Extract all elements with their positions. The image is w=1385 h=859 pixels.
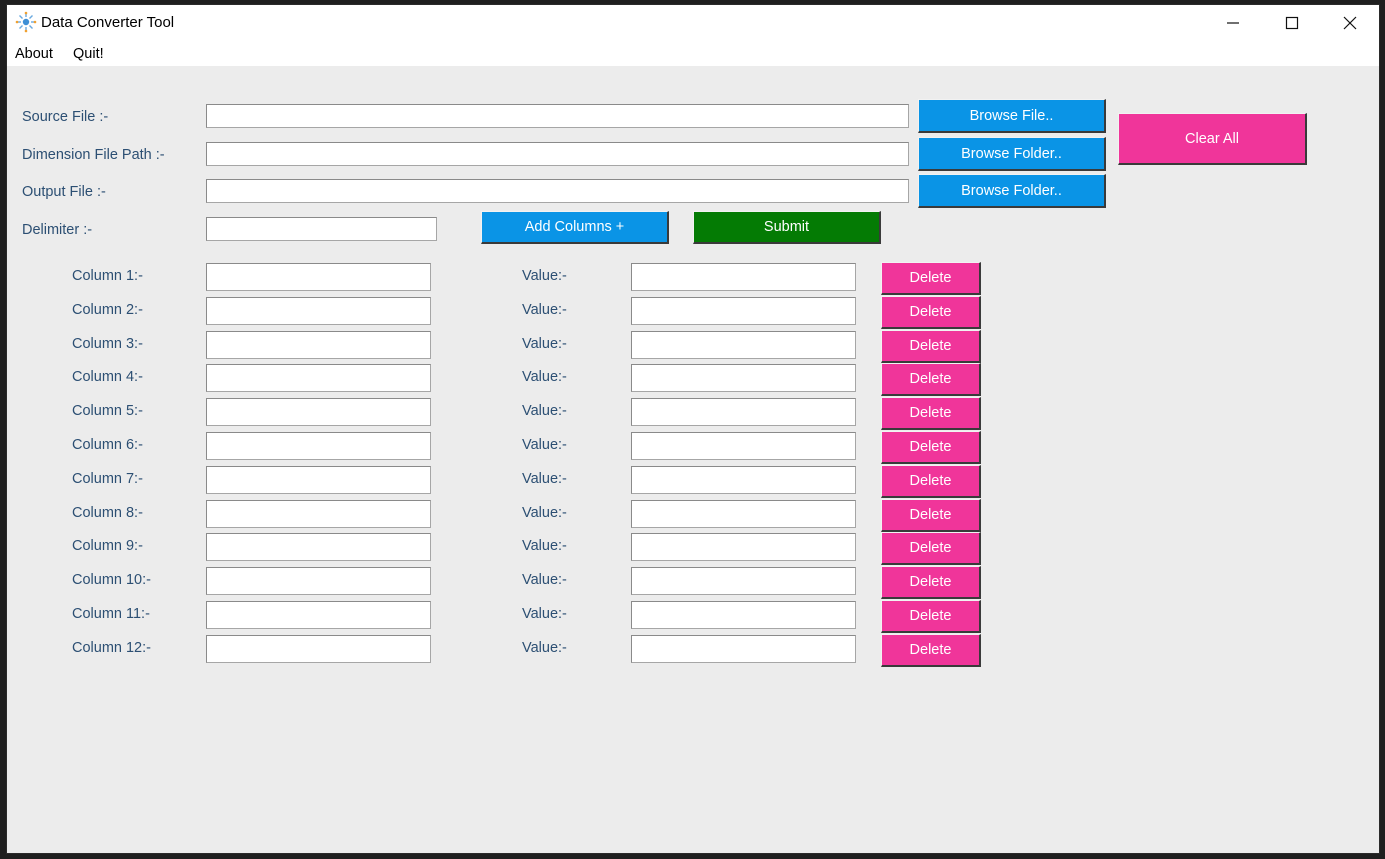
- output-file-label: Output File :-: [22, 184, 106, 200]
- app-window: Data Converter Tool About Quit! Source F…: [6, 4, 1380, 854]
- column-name-input[interactable]: [206, 567, 431, 596]
- column-value-input[interactable]: [631, 499, 856, 528]
- column-label: Column 3:-: [72, 335, 143, 352]
- delete-column-button[interactable]: Delete: [881, 633, 981, 667]
- menu-about[interactable]: About: [15, 46, 53, 62]
- value-label: Value:-: [522, 606, 567, 622]
- column-name-input[interactable]: [206, 364, 431, 393]
- column-label: Column 9:-: [72, 538, 143, 555]
- submit-button[interactable]: Submit: [693, 211, 881, 244]
- window-title: Data Converter Tool: [41, 14, 175, 31]
- column-value-input[interactable]: [631, 398, 856, 427]
- column-name-input[interactable]: [206, 398, 431, 427]
- clear-all-button[interactable]: Clear All: [1118, 113, 1307, 165]
- column-label: Column 1:-: [72, 268, 143, 284]
- column-label: Column 10:-: [72, 572, 151, 589]
- column-name-input[interactable]: [206, 296, 431, 325]
- add-columns-button[interactable]: Add Columns +: [481, 211, 669, 244]
- column-name-input[interactable]: [206, 330, 431, 359]
- column-label: Column 7:-: [72, 470, 143, 487]
- minimize-button[interactable]: [1204, 5, 1262, 40]
- column-name-input[interactable]: [206, 601, 431, 629]
- dimension-file-input[interactable]: [206, 142, 909, 166]
- column-name-input[interactable]: [206, 263, 431, 291]
- column-label: Column 6:-: [72, 437, 143, 453]
- menu-quit[interactable]: Quit!: [73, 46, 104, 62]
- column-name-input[interactable]: [206, 634, 431, 663]
- delimiter-input[interactable]: [206, 217, 437, 241]
- title-bar[interactable]: Data Converter Tool: [7, 5, 1379, 40]
- value-label: Value:-: [522, 369, 567, 386]
- value-label: Value:-: [522, 268, 567, 284]
- delete-column-button[interactable]: Delete: [881, 600, 981, 633]
- value-label: Value:-: [522, 504, 567, 521]
- column-name-input[interactable]: [206, 465, 431, 494]
- delete-column-button[interactable]: Delete: [881, 431, 981, 464]
- menu-bar: About Quit!: [7, 40, 1379, 66]
- maximize-icon: [1285, 16, 1299, 29]
- column-label: Column 11:-: [72, 606, 150, 622]
- delete-column-button[interactable]: Delete: [881, 464, 981, 498]
- delete-column-button[interactable]: Delete: [881, 397, 981, 431]
- output-file-input[interactable]: [206, 179, 909, 203]
- delete-column-button[interactable]: Delete: [881, 532, 981, 566]
- browse-folder-dimension-button[interactable]: Browse Folder..: [918, 137, 1106, 171]
- minimize-icon: [1227, 21, 1239, 24]
- column-value-input[interactable]: [631, 263, 856, 291]
- column-value-input[interactable]: [631, 533, 856, 562]
- column-label: Column 4:-: [72, 369, 143, 386]
- column-label: Column 2:-: [72, 301, 143, 318]
- source-file-label: Source File :-: [22, 109, 109, 125]
- value-label: Value:-: [522, 437, 567, 453]
- column-name-input[interactable]: [206, 533, 431, 562]
- column-value-input[interactable]: [631, 465, 856, 494]
- column-label: Column 8:-: [72, 504, 143, 521]
- delimiter-label: Delimiter :-: [22, 222, 93, 238]
- value-label: Value:-: [522, 572, 567, 589]
- value-label: Value:-: [522, 301, 567, 318]
- column-value-input[interactable]: [631, 634, 856, 663]
- maximize-button[interactable]: [1263, 5, 1321, 40]
- value-label: Value:-: [522, 470, 567, 487]
- dimension-file-label: Dimension File Path :-: [22, 147, 165, 163]
- value-label: Value:-: [522, 403, 567, 420]
- delete-column-button[interactable]: Delete: [881, 295, 981, 329]
- close-icon: [1343, 16, 1357, 29]
- close-button[interactable]: [1321, 5, 1379, 40]
- column-value-input[interactable]: [631, 432, 856, 460]
- column-name-input[interactable]: [206, 432, 431, 460]
- delete-column-button[interactable]: Delete: [881, 566, 981, 600]
- value-label: Value:-: [522, 538, 567, 555]
- column-label: Column 5:-: [72, 403, 143, 420]
- delete-column-button[interactable]: Delete: [881, 329, 981, 363]
- column-value-input[interactable]: [631, 567, 856, 596]
- column-value-input[interactable]: [631, 601, 856, 629]
- app-logo-icon: [15, 11, 37, 33]
- column-label: Column 12:-: [72, 639, 151, 656]
- value-label: Value:-: [522, 639, 567, 656]
- column-name-input[interactable]: [206, 499, 431, 528]
- column-value-input[interactable]: [631, 330, 856, 359]
- browse-file-button[interactable]: Browse File..: [918, 99, 1106, 133]
- delete-column-button[interactable]: Delete: [881, 262, 981, 295]
- browse-folder-output-button[interactable]: Browse Folder..: [918, 174, 1106, 208]
- delete-column-button[interactable]: Delete: [881, 498, 981, 532]
- delete-column-button[interactable]: Delete: [881, 363, 981, 397]
- column-value-input[interactable]: [631, 364, 856, 393]
- column-value-input[interactable]: [631, 296, 856, 325]
- source-file-input[interactable]: [206, 104, 909, 128]
- value-label: Value:-: [522, 335, 567, 352]
